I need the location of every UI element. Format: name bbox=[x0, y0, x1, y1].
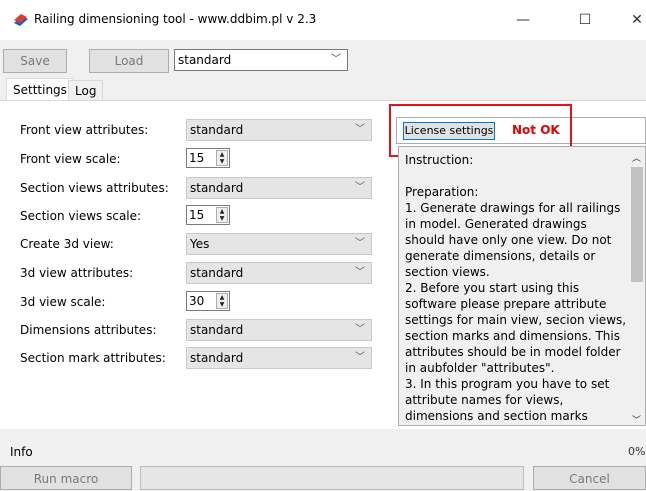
info-label: Info bbox=[10, 445, 33, 459]
scroll-thumb[interactable] bbox=[631, 167, 643, 282]
view3d-attributes-label: 3d view attributes: bbox=[20, 266, 134, 280]
chevron-down-icon: ﹀ bbox=[331, 54, 341, 65]
section-views-attributes-value: standard bbox=[190, 181, 244, 195]
chevron-down-icon: ﹀ bbox=[355, 267, 365, 278]
section-mark-attributes-label: Section mark attributes: bbox=[20, 351, 166, 365]
spin-buttons: ▲ ▼ bbox=[216, 293, 228, 309]
tab-bar: Setttings Log bbox=[0, 78, 646, 100]
instructions-scrollbar[interactable]: ︿ ﹀ bbox=[629, 147, 645, 425]
spin-down-icon[interactable]: ▼ bbox=[217, 215, 227, 222]
view3d-attributes-value: standard bbox=[190, 266, 244, 280]
spin-buttons: ▲ ▼ bbox=[216, 207, 228, 223]
railing-tool-icon bbox=[14, 14, 28, 26]
section-views-scale-spinner[interactable]: 15 ▲ ▼ bbox=[186, 205, 230, 225]
front-view-attributes-label: Front view attributes: bbox=[20, 123, 149, 137]
section-mark-attributes-select[interactable]: standard ﹀ bbox=[186, 347, 372, 369]
section-views-scale-label: Section views scale: bbox=[20, 209, 142, 223]
spin-up-icon[interactable]: ▲ bbox=[217, 294, 227, 301]
close-button[interactable]: ✕ bbox=[622, 8, 646, 32]
chevron-down-icon: ﹀ bbox=[355, 238, 365, 249]
view3d-attributes-select[interactable]: standard ﹀ bbox=[186, 262, 372, 284]
spin-down-icon[interactable]: ▼ bbox=[217, 158, 227, 165]
tab-log[interactable]: Log bbox=[68, 80, 104, 100]
section-views-attributes-select[interactable]: standard ﹀ bbox=[186, 177, 372, 199]
chevron-down-icon: ﹀ bbox=[355, 182, 365, 193]
create-3d-view-label: Create 3d view: bbox=[20, 237, 114, 251]
front-view-scale-label: Front view scale: bbox=[20, 152, 121, 166]
load-button[interactable]: Load bbox=[89, 49, 169, 73]
create-3d-view-select[interactable]: Yes ﹀ bbox=[186, 233, 372, 255]
spin-down-icon[interactable]: ▼ bbox=[217, 301, 227, 308]
dimensions-attributes-value: standard bbox=[190, 323, 244, 337]
view3d-scale-label: 3d view scale: bbox=[20, 295, 106, 309]
scroll-up-icon[interactable]: ︿ bbox=[632, 151, 641, 164]
spin-up-icon[interactable]: ▲ bbox=[217, 208, 227, 215]
cancel-button[interactable]: Cancel bbox=[533, 466, 646, 490]
instructions-text: Instruction: Preparation: 1. Generate dr… bbox=[405, 153, 627, 423]
progress-bar bbox=[140, 466, 524, 490]
front-view-attributes-value: standard bbox=[190, 123, 244, 137]
toolbar: Save Load standard ﹀ bbox=[0, 40, 646, 78]
profile-select-value: standard bbox=[178, 53, 232, 67]
tab-settings[interactable]: Setttings bbox=[6, 78, 74, 100]
progress-percent: 0% bbox=[628, 445, 646, 458]
front-view-scale-value: 15 bbox=[189, 151, 205, 165]
window-title: Railing dimensioning tool - www.ddbim.pl… bbox=[34, 12, 317, 26]
spin-buttons: ▲ ▼ bbox=[216, 150, 228, 166]
section-views-attributes-label: Section views attributes: bbox=[20, 181, 169, 195]
maximize-button[interactable]: ☐ bbox=[570, 8, 600, 32]
chevron-down-icon: ﹀ bbox=[355, 124, 365, 135]
dimensions-attributes-label: Dimensions attributes: bbox=[20, 323, 157, 337]
run-macro-button[interactable]: Run macro bbox=[0, 466, 132, 490]
create-3d-view-value: Yes bbox=[190, 237, 210, 251]
section-views-scale-value: 15 bbox=[189, 208, 205, 222]
instructions-textbox[interactable]: Instruction: Preparation: 1. Generate dr… bbox=[398, 146, 646, 426]
dimensions-attributes-select[interactable]: standard ﹀ bbox=[186, 319, 372, 341]
profile-select[interactable]: standard ﹀ bbox=[174, 49, 348, 71]
view3d-scale-value: 30 bbox=[189, 294, 205, 308]
view3d-scale-spinner[interactable]: 30 ▲ ▼ bbox=[186, 291, 230, 311]
front-view-attributes-select[interactable]: standard ﹀ bbox=[186, 119, 372, 141]
chevron-down-icon: ﹀ bbox=[355, 352, 365, 363]
title-bar: Railing dimensioning tool - www.ddbim.pl… bbox=[0, 0, 646, 40]
spin-up-icon[interactable]: ▲ bbox=[217, 151, 227, 158]
scroll-down-icon[interactable]: ﹀ bbox=[632, 413, 641, 425]
save-button[interactable]: Save bbox=[3, 49, 67, 73]
section-mark-attributes-value: standard bbox=[190, 351, 244, 365]
minimize-button[interactable]: — bbox=[508, 8, 538, 32]
front-view-scale-spinner[interactable]: 15 ▲ ▼ bbox=[186, 148, 230, 168]
chevron-down-icon: ﹀ bbox=[355, 324, 365, 335]
